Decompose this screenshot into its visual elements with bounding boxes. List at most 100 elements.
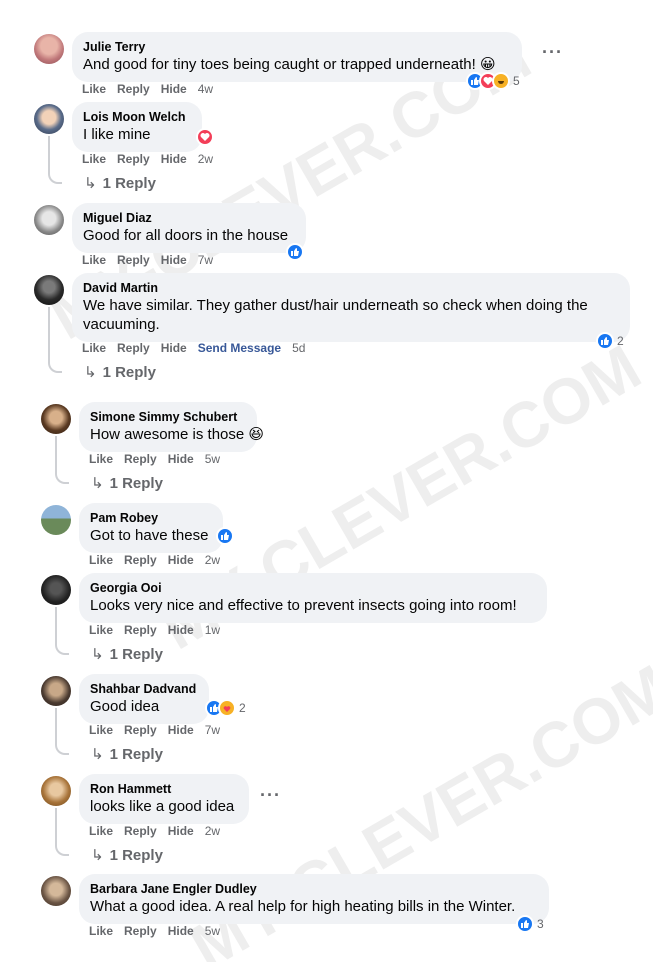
comment-author[interactable]: David Martin [83,280,619,296]
hide-button[interactable]: Hide [168,924,194,938]
timestamp[interactable]: 4w [198,82,213,96]
comment-actions: Like Reply Hide 5w [89,452,231,466]
like-button[interactable]: Like [82,152,106,166]
avatar[interactable] [41,505,71,535]
more-options-icon[interactable]: ··· [542,42,563,63]
comment-bubble: Simone Simmy Schubert How awesome is tho… [79,402,265,452]
hide-button[interactable]: Hide [161,341,187,355]
timestamp[interactable]: 7w [198,253,213,267]
replies-count: 1 Reply [102,175,156,192]
reaction-count: 2 [617,334,624,348]
reaction-summary[interactable]: 5 [466,72,520,90]
avatar[interactable] [34,275,64,305]
reply-button[interactable]: Reply [117,341,150,355]
reply-button[interactable]: Reply [117,253,150,267]
comment-bubble: David Martin We have similar. They gathe… [72,273,630,342]
comment-actions: Like Reply Hide 2w [89,553,231,567]
hide-button[interactable]: Hide [161,152,187,166]
view-replies-link[interactable]: ↳ 1 Reply [84,174,156,192]
view-replies-link[interactable]: ↳ 1 Reply [91,745,163,763]
send-message-button[interactable]: Send Message [198,341,281,355]
avatar[interactable] [34,205,64,235]
hide-button[interactable]: Hide [168,553,194,567]
comment-text: Good idea [90,698,160,715]
reply-button[interactable]: Reply [124,924,157,938]
view-replies-link[interactable]: ↳ 1 Reply [91,846,163,864]
like-button[interactable]: Like [89,623,113,637]
comment-author[interactable]: Simone Simmy Schubert [90,409,246,425]
comment-text: Got to have these [90,527,209,544]
comment-author[interactable]: Georgia Ooi [90,580,536,596]
comment-author[interactable]: Lois Moon Welch [83,109,191,125]
avatar[interactable] [41,676,71,706]
comment-bubble: Lois Moon Welch I like mine [72,102,202,152]
like-button[interactable]: Like [89,452,113,466]
comment-bubble: Julie Terry And good for tiny toes being… [72,32,522,82]
comment-text: I like mine [83,126,151,143]
reply-button[interactable]: Reply [124,553,157,567]
comment-author[interactable]: Miguel Diaz [83,210,295,226]
reply-button[interactable]: Reply [117,152,150,166]
view-replies-link[interactable]: ↳ 1 Reply [84,363,156,381]
comment-bubble: Georgia Ooi Looks very nice and effectiv… [79,573,547,623]
avatar[interactable] [34,104,64,134]
comment-author[interactable]: Pam Robey [90,510,212,526]
replies-count: 1 Reply [109,746,163,763]
timestamp[interactable]: 7w [205,723,220,737]
like-button[interactable]: Like [89,824,113,838]
reaction-summary[interactable] [196,128,214,146]
reaction-summary[interactable] [216,527,234,545]
like-button[interactable]: Like [82,341,106,355]
like-button[interactable]: Like [89,553,113,567]
avatar[interactable] [41,575,71,605]
reply-button[interactable]: Reply [124,452,157,466]
reply-button[interactable]: Reply [124,623,157,637]
care-reaction-icon [218,699,236,717]
comment-author[interactable]: Shahbar Dadvand [90,681,198,697]
hide-button[interactable]: Hide [168,623,194,637]
timestamp[interactable]: 5d [292,341,305,355]
timestamp[interactable]: 2w [205,553,220,567]
like-button[interactable]: Like [82,253,106,267]
comment-text: What a good idea. A real help for high h… [90,898,516,915]
hide-button[interactable]: Hide [161,82,187,96]
avatar[interactable] [34,34,64,64]
reply-arrow-icon: ↳ [91,646,104,663]
thread-connector [55,808,69,856]
comment-bubble: Miguel Diaz Good for all doors in the ho… [72,203,306,253]
timestamp[interactable]: 1w [205,623,220,637]
view-replies-link[interactable]: ↳ 1 Reply [91,645,163,663]
timestamp[interactable]: 5w [205,452,220,466]
comment-author[interactable]: Barbara Jane Engler Dudley [90,881,538,897]
comment-author[interactable]: Ron Hammett [90,781,238,797]
more-options-icon[interactable]: ··· [260,785,281,806]
view-replies-link[interactable]: ↳ 1 Reply [91,474,163,492]
reaction-summary[interactable]: 2 [205,699,246,717]
reply-arrow-icon: ↳ [84,364,97,381]
reply-button[interactable]: Reply [124,723,157,737]
avatar[interactable] [41,876,71,906]
reaction-summary[interactable] [286,243,304,261]
reply-arrow-icon: ↳ [91,847,104,864]
hide-button[interactable]: Hide [168,723,194,737]
timestamp[interactable]: 2w [198,152,213,166]
hide-button[interactable]: Hide [161,253,187,267]
reaction-summary[interactable]: 3 [516,915,544,933]
reply-button[interactable]: Reply [117,82,150,96]
like-button[interactable]: Like [82,82,106,96]
comment-author[interactable]: Julie Terry [83,39,511,55]
like-button[interactable]: Like [89,924,113,938]
avatar[interactable] [41,404,71,434]
reaction-summary[interactable]: 2 [596,332,624,350]
comment-bubble: Barbara Jane Engler Dudley What a good i… [79,874,549,924]
hide-button[interactable]: Hide [168,824,194,838]
thread-connector [55,607,69,655]
like-button[interactable]: Like [89,723,113,737]
avatar[interactable] [41,776,71,806]
timestamp[interactable]: 2w [205,824,220,838]
hide-button[interactable]: Hide [168,452,194,466]
reply-arrow-icon: ↳ [91,475,104,492]
comment-text: How awesome is those 😆 [90,426,265,443]
reply-button[interactable]: Reply [124,824,157,838]
timestamp[interactable]: 5w [205,924,220,938]
